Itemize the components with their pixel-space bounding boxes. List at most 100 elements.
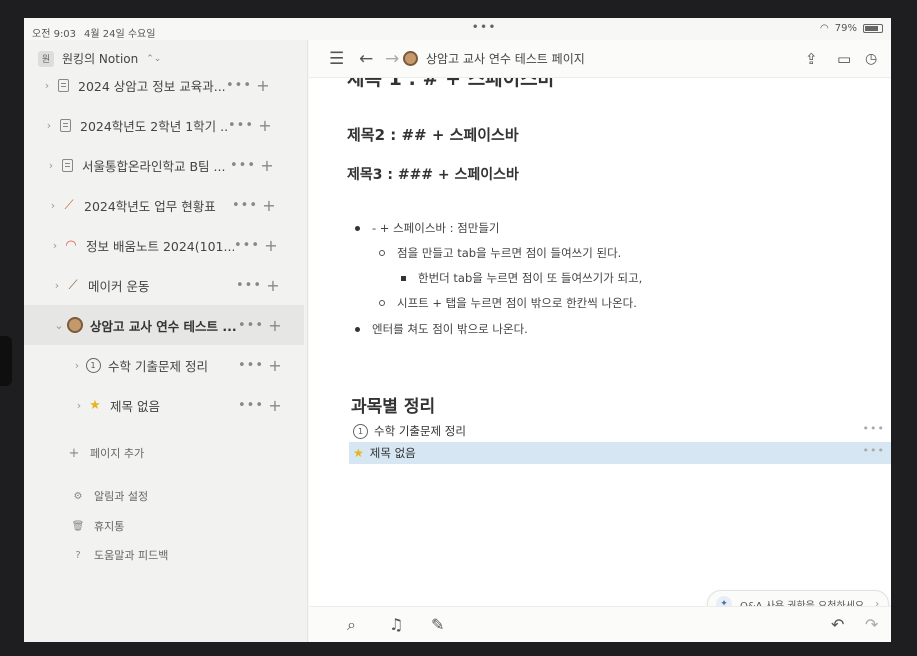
page-link-untitled[interactable]: ★ 제목 없음 ••• [349, 442, 891, 464]
bullet-text: 시프트 + 탭을 누르면 점이 밖으로 한칸씩 나온다. [397, 296, 637, 310]
section-heading[interactable]: 과목별 정리 [351, 392, 435, 417]
page-icon [58, 156, 76, 174]
breadcrumb[interactable]: 상암고 교사 연수 테스트 페이지 [403, 50, 585, 67]
add-subpage-button[interactable]: + [264, 316, 286, 335]
chevron-right-icon[interactable]: › [42, 119, 56, 132]
trash-icon: 🗑 [71, 520, 85, 532]
add-subpage-button[interactable]: + [260, 236, 282, 255]
add-subpage-button[interactable]: + [264, 396, 286, 415]
menu-icon[interactable]: ☰ [329, 49, 344, 69]
status-bar: 오전 9:03 4월 24일 수요일 ••• ◠ 79% [24, 18, 891, 40]
number-one-icon: 1 [353, 423, 368, 439]
more-icon[interactable]: ••• [238, 318, 264, 333]
bullet-item[interactable]: 한번더 tab을 누르면 점이 또 들여쓰기가 되고, [401, 270, 642, 286]
bullet-item[interactable]: 점을 만들고 tab을 누르면 점이 들여쓰기 된다. [379, 245, 621, 261]
sidebar-item-untitled[interactable]: › ★ 제목 없음 ••• + [24, 385, 304, 425]
history-icon[interactable]: ◷ [865, 49, 877, 69]
undo-icon[interactable]: ↶ [831, 615, 844, 634]
number-one-icon: 1 [84, 356, 102, 374]
device-bezel-left [0, 0, 24, 656]
add-page-button[interactable]: + 페이지 추가 [68, 445, 145, 461]
more-icon[interactable]: ••• [228, 118, 254, 133]
sidebar-item-math[interactable]: › 1 수학 기출문제 정리 ••• + [24, 345, 304, 385]
search-icon[interactable]: ⌕ [347, 615, 356, 635]
sidebar-item-label: 제목 없음 [110, 398, 160, 414]
more-icon[interactable]: ••• [236, 278, 262, 293]
bullet-item[interactable]: - + 스페이스바 : 점만들기 [355, 220, 500, 236]
sidebar-settings[interactable]: ⚙ 알림과 설정 [72, 488, 149, 504]
page-link-math[interactable]: 1 수학 기출문제 정리 ••• [349, 420, 891, 442]
compose-icon[interactable]: ✎ [431, 615, 444, 634]
forward-arrow-icon[interactable]: → [385, 49, 399, 69]
page-icon [54, 76, 72, 94]
bell-icon[interactable]: ♫ [389, 615, 403, 634]
sidebar-item-label: 서울통합온라인학교 B팀 ... [82, 158, 226, 174]
multitask-dots-icon[interactable]: ••• [472, 22, 497, 33]
add-subpage-button[interactable]: + [258, 196, 280, 215]
sidebar-item-maker[interactable]: › ⟋ 메이커 운동 ••• + [24, 265, 304, 305]
more-icon[interactable]: ••• [863, 444, 885, 457]
chevron-right-icon[interactable]: › [48, 239, 62, 252]
settings-label: 알림과 설정 [94, 490, 149, 503]
sidebar-item-grade2[interactable]: › 2024학년도 2학년 1학기 ... ••• + [24, 105, 304, 145]
add-subpage-button[interactable]: + [262, 276, 284, 295]
heading-2[interactable]: 제목2 : ## + 스페이스바 [347, 124, 519, 145]
sidebar-item-label: 메이커 운동 [88, 278, 150, 294]
comment-icon[interactable]: ▭ [837, 49, 851, 69]
more-icon[interactable]: ••• [230, 158, 256, 173]
sidebar-item-work-status[interactable]: › ⟋ 2024학년도 업무 현황표 ••• + [24, 185, 304, 225]
back-arrow-icon[interactable]: ← [359, 49, 373, 69]
sidebar-item-label: 수학 기출문제 정리 [108, 358, 208, 374]
more-icon[interactable]: ••• [863, 422, 885, 435]
redo-icon[interactable]: ↷ [865, 615, 878, 634]
device-side-button [0, 336, 12, 386]
sidebar-help[interactable]: ? 도움말과 피드백 [72, 547, 168, 563]
add-subpage-button[interactable]: + [254, 116, 276, 135]
sidebar-item-label: 2024학년도 업무 현황표 [84, 198, 216, 214]
device-bezel-top [0, 0, 917, 18]
heading-1[interactable]: 제목 1 : # + 스페이스바 [347, 78, 555, 91]
more-icon[interactable]: ••• [232, 198, 258, 213]
more-icon[interactable]: ••• [238, 358, 264, 373]
chevron-right-icon[interactable]: › [44, 159, 58, 172]
share-icon[interactable]: ⇪ [805, 49, 818, 69]
hockey-stick-emoji-icon: ⟋ [68, 277, 78, 293]
bullet-text: 점을 만들고 tab을 누르면 점이 들여쓰기 된다. [397, 246, 622, 260]
chevron-right-icon[interactable]: › [72, 399, 86, 412]
chevron-right-icon[interactable]: › [50, 279, 64, 292]
add-subpage-button[interactable]: + [252, 76, 274, 95]
sidebar-trash[interactable]: 🗑 휴지통 [71, 518, 125, 534]
sidebar-item-info-curriculum[interactable]: › 2024 상암고 정보 교육과... ••• + [24, 65, 304, 105]
gear-icon: ⚙ [73, 490, 83, 502]
heading-3[interactable]: 제목3 : ### + 스페이스바 [347, 164, 519, 184]
bullet-text: 한번더 tab을 누르면 점이 또 들여쓰기가 되고, [418, 271, 643, 285]
rainbow-emoji-icon: ◠ [65, 237, 77, 253]
sidebar-item-study-note[interactable]: › ◠ 정보 배움노트 2024(101... ••• + [24, 225, 304, 265]
bullet-item[interactable]: 엔터를 쳐도 점이 밖으로 나온다. [355, 321, 528, 337]
add-subpage-button[interactable]: + [256, 156, 278, 175]
chevron-right-icon[interactable]: › [46, 199, 60, 212]
more-icon[interactable]: ••• [226, 78, 252, 93]
bullet-item[interactable]: 시프트 + 탭을 누르면 점이 밖으로 한칸씩 나온다. [379, 295, 637, 311]
page-body[interactable]: 제목 1 : # + 스페이스바 제목2 : ## + 스페이스바 제목3 : … [309, 78, 891, 606]
add-subpage-button[interactable]: + [264, 356, 286, 375]
page-link-label: 수학 기출문제 정리 [374, 424, 466, 438]
chevron-right-icon[interactable]: › [40, 79, 54, 92]
page-title: 상암고 교사 연수 테스트 페이지 [426, 52, 585, 66]
star-emoji-icon: ★ [89, 397, 101, 413]
chevron-updown-icon: ⌃⌄ [146, 53, 162, 64]
sidebar-item-label: 2024학년도 2학년 1학기 ... [80, 118, 228, 134]
sidebar-item-label: 정보 배움노트 2024(101... [86, 238, 234, 254]
chevron-right-icon[interactable]: › [70, 359, 84, 372]
help-icon: ? [75, 549, 81, 561]
more-icon[interactable]: ••• [238, 398, 264, 413]
more-icon[interactable]: ••• [234, 238, 260, 253]
status-date: 4월 24일 수요일 [84, 29, 156, 40]
chevron-down-icon[interactable]: ⌄ [52, 319, 66, 332]
page-icon [56, 116, 74, 134]
sidebar-item-online-school[interactable]: › 서울통합온라인학교 B팀 ... ••• + [24, 145, 304, 185]
status-time: 오전 9:03 [32, 29, 77, 40]
bullet-dot-icon [355, 225, 360, 231]
sidebar-item-teacher-test[interactable]: ⌄ 상암고 교사 연수 테스트 ... ••• + [24, 305, 304, 345]
bullet-text: 엔터를 쳐도 점이 밖으로 나온다. [372, 322, 528, 336]
